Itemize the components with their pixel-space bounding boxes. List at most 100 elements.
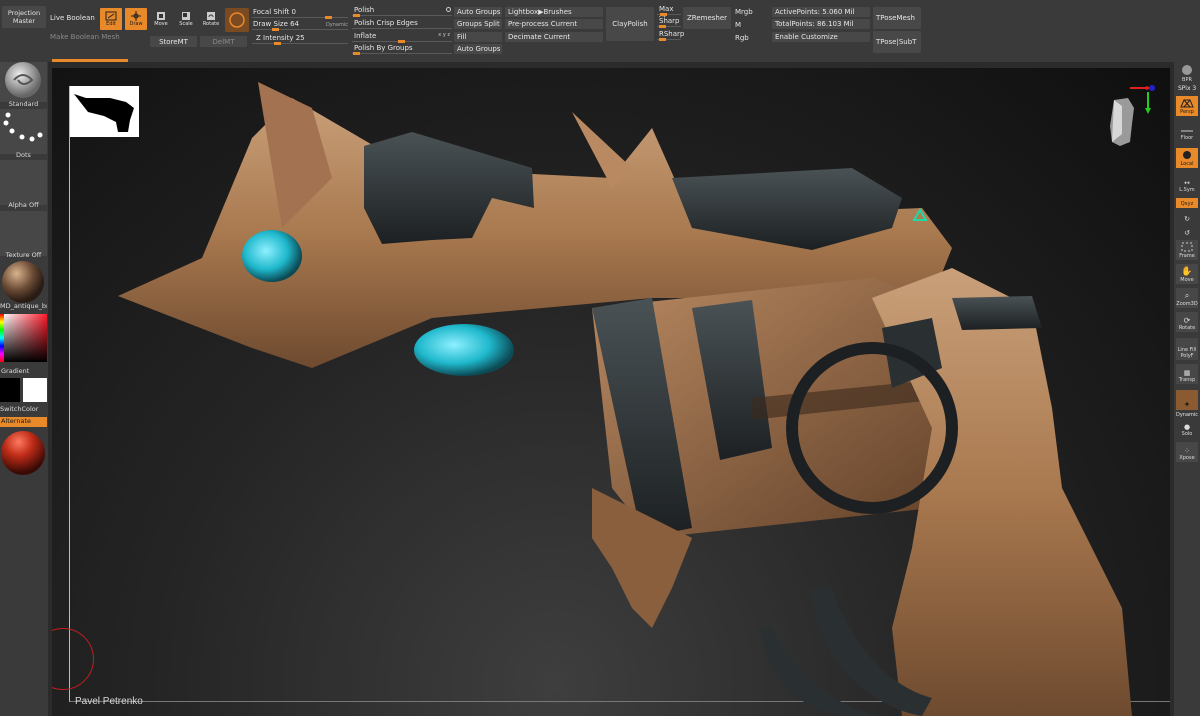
gradient-label: Gradient (1, 367, 30, 375)
local-button[interactable]: Local (1176, 148, 1198, 168)
polish-by-groups-track (352, 53, 452, 54)
mrgb-button[interactable]: Mrgb (735, 8, 753, 16)
store-mt-button[interactable]: StoreMT (150, 36, 197, 47)
xyz-button[interactable]: Qxyz (1176, 198, 1198, 208)
rotate-axis-icon: ↻ (1184, 215, 1190, 223)
move-view-label: Move (1180, 277, 1194, 283)
persp-button[interactable]: Persp (1176, 96, 1198, 116)
transp-icon: ▦ (1183, 369, 1191, 377)
rotate-view-button[interactable]: ⟳ Rotate (1176, 312, 1198, 332)
z-intensity-slider[interactable]: Z Intensity 25 (252, 34, 348, 45)
lsym-button[interactable]: ↔ L.Sym (1176, 174, 1198, 194)
auto-groups-button[interactable]: Auto Groups (454, 7, 502, 17)
xyz-label: Qxyz (1180, 201, 1194, 207)
standard-label: Standard (8, 100, 39, 108)
max-slider[interactable]: Max 25 (657, 5, 681, 21)
draw-size-label: Draw Size 64 (253, 20, 300, 28)
focal-shift-slider[interactable]: Focal Shift 0 (252, 8, 348, 19)
secondary-color-swatch[interactable] (23, 378, 47, 402)
enable-customize-button[interactable]: Enable Customize (772, 32, 870, 42)
scale-icon (182, 12, 190, 20)
lightbox-brushes-button[interactable]: Lightbox▶Brushes (505, 7, 603, 17)
polish-by-groups-slider[interactable]: Polish By Groups (352, 44, 452, 55)
solo-button[interactable]: ● Solo (1176, 418, 1198, 438)
claypolish-button[interactable]: ClayPolish (606, 7, 654, 41)
move-view-button[interactable]: ✋ Move (1176, 264, 1198, 284)
projection-master-button[interactable]: Projection Master (2, 6, 46, 28)
move-button[interactable]: Move (150, 8, 172, 30)
polish-radio[interactable] (446, 7, 451, 12)
del-mt-button[interactable]: DelMT (200, 36, 247, 47)
revolver-model[interactable] (52, 68, 1170, 716)
rotate-axis-button[interactable]: ↻ (1176, 210, 1198, 224)
m-button[interactable]: M (735, 21, 741, 29)
make-boolean-mesh-button[interactable]: Make Boolean Mesh (50, 33, 120, 41)
bpr-button[interactable]: BPR (1176, 64, 1198, 84)
transp-button[interactable]: ▦ Transp (1176, 364, 1198, 384)
switch-color-button[interactable]: SwitchColor (0, 405, 47, 413)
scale-button[interactable]: Scale (175, 8, 197, 30)
edit-button[interactable]: Edit (100, 8, 122, 30)
rotate-axis2-icon: ↺ (1184, 229, 1190, 237)
sharp-slider[interactable]: Sharp (657, 17, 681, 28)
dots-icon (3, 112, 43, 142)
z-intensity-knob (274, 42, 281, 45)
polish-slider[interactable]: Polish (352, 6, 452, 17)
spix-slider[interactable]: SPix 3 (1178, 85, 1196, 92)
dots-stroke-thumbnail[interactable] (0, 109, 47, 154)
material-label: MD_antique_bro (0, 302, 47, 310)
left-shelf: Standard Dots Alpha Off Texture Off MD_a… (0, 62, 48, 716)
polish-crisp-edges-underline (352, 28, 452, 29)
focal-shift-track (252, 17, 348, 18)
color-picker[interactable] (0, 312, 47, 364)
draw-button[interactable]: Draw (125, 8, 147, 30)
z-intensity-track (252, 43, 348, 44)
preprocess-current-button[interactable]: Pre-process Current (505, 19, 603, 29)
rotate-button[interactable]: Rotate (200, 8, 222, 30)
standard-brush-thumbnail[interactable] (0, 62, 47, 102)
tpose-subt-button[interactable]: TPose|SubT (873, 31, 921, 53)
auto-groups-2-button[interactable]: Auto Groups (454, 44, 502, 54)
move-label: Move (154, 21, 168, 27)
hue-strip[interactable] (0, 314, 4, 362)
xyz-axis-icon[interactable]: x y z (438, 32, 450, 38)
color-picker-square[interactable] (3, 314, 47, 362)
fill-button[interactable]: Fill (454, 32, 502, 42)
tpose-mesh-button[interactable]: TPoseMesh (873, 7, 921, 29)
line-fill-polyf-button[interactable]: Line Fill PolyF (1176, 338, 1198, 360)
rgb-button[interactable]: Rgb (735, 34, 749, 42)
material-sphere-icon (2, 261, 44, 303)
alpha-thumbnail[interactable] (0, 160, 47, 205)
edit-label: Edit (106, 21, 116, 27)
canvas-viewport[interactable]: Pavel Petrenko (52, 68, 1170, 716)
move-icon (157, 12, 165, 20)
material-thumbnail[interactable] (0, 260, 47, 304)
local-icon (1183, 151, 1191, 159)
frame-button[interactable]: Frame (1176, 240, 1198, 260)
floor-button[interactable]: Floor (1176, 122, 1198, 142)
rsharp-slider[interactable]: RSharp (657, 30, 684, 41)
xpose-button[interactable]: ⁘ Xpose (1176, 442, 1198, 462)
alternate-button[interactable]: Alternate (0, 417, 47, 427)
zoom3d-button[interactable]: ⌕ Zoom3D (1176, 288, 1198, 308)
dynamic-button[interactable]: ✦ (1176, 390, 1198, 410)
polish-track (352, 15, 452, 16)
solo-label: Solo (1181, 431, 1193, 437)
zremesher-button[interactable]: ZRemesher (683, 7, 731, 29)
polish-crisp-edges-button[interactable]: Polish Crisp Edges (354, 19, 418, 27)
draw-label: Draw (129, 21, 143, 27)
rotate-axis2-button[interactable]: ↺ (1176, 226, 1198, 238)
decimate-current-button[interactable]: Decimate Current (505, 32, 603, 42)
live-boolean-button[interactable]: Live Boolean (50, 14, 95, 22)
main-color-swatch[interactable] (0, 378, 20, 402)
stroke-thumbnail[interactable] (225, 8, 249, 32)
inflate-slider[interactable]: Inflate x y z (352, 32, 452, 43)
groups-split-button[interactable]: Groups Split (454, 19, 502, 29)
rotate-view-icon: ⟳ (1183, 316, 1191, 325)
hand-icon: ✋ (1181, 267, 1193, 277)
draw-size-slider[interactable]: Draw Size 64 Dynamic (252, 20, 348, 31)
texture-thumbnail[interactable] (0, 211, 47, 256)
polish-knob (353, 14, 360, 17)
brush-circle-icon (229, 12, 245, 28)
dynamic-label[interactable]: Dynamic (326, 22, 348, 28)
